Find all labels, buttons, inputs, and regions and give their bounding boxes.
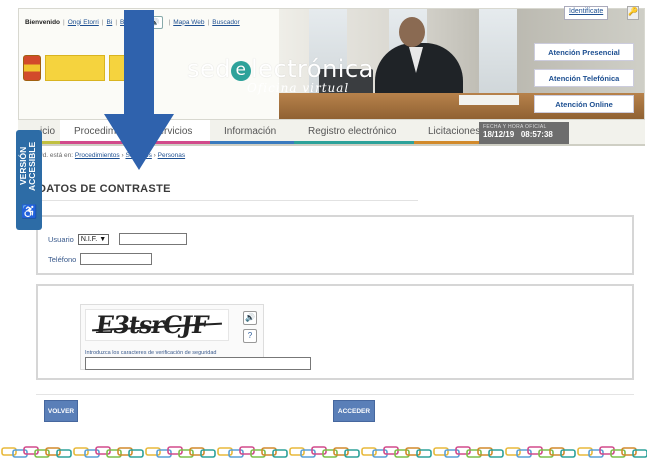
dropdown-arrow-icon: ▼ — [99, 235, 107, 243]
telefono-label: Teléfono — [48, 254, 77, 264]
atencion-telefonica-button[interactable]: Atención Telefónica — [534, 69, 634, 87]
telefono-input[interactable] — [80, 253, 153, 265]
volver-button[interactable]: VOLVER — [44, 400, 78, 422]
official-datetime: FECHA Y HORA OFICIAL 18/12/19 08:57:38 — [479, 122, 569, 144]
official-time: 08:57:38 — [520, 130, 553, 139]
official-date: 18/12/19 — [483, 130, 515, 139]
help-icon[interactable]: ? — [243, 329, 257, 343]
usuario-label: Usuario — [48, 234, 74, 244]
lang-link-euskara[interactable]: Ongi Etorri — [68, 19, 99, 26]
title-divider — [38, 200, 418, 201]
captcha-input[interactable] — [85, 357, 311, 370]
footer-divider — [36, 394, 634, 395]
identity-form: Usuario N.I.F. ▼ Teléfono — [36, 215, 634, 275]
atencion-online-button[interactable]: Atención Online — [534, 95, 634, 113]
usuario-input[interactable] — [119, 233, 188, 245]
coat-of-arms-icon — [23, 55, 41, 81]
audio-captcha-icon[interactable]: 🔊 — [243, 311, 257, 325]
tab-registro[interactable]: Registro electrónico — [294, 120, 414, 144]
captcha-panel: E3tsrCJF 🔊 ? Introduzca los caracteres d… — [80, 304, 311, 370]
doc-type-select[interactable]: N.I.F. ▼ — [77, 233, 110, 245]
key-icon[interactable]: 🔑 — [627, 6, 639, 20]
search-link[interactable]: Buscador — [212, 19, 239, 26]
tab-informacion[interactable]: Información — [210, 120, 294, 144]
decorative-chain-border — [0, 444, 647, 460]
welcome-text: Bienvenido — [25, 18, 61, 26]
page: Bienvenido | Ongi Etorri | Bi | Benvido … — [0, 0, 647, 468]
atencion-presencial-button[interactable]: Atención Presencial — [534, 43, 634, 61]
captcha-image: E3tsrCJF — [85, 309, 229, 341]
acceder-button[interactable]: ACCEDER — [333, 400, 375, 422]
captcha-hint: Introduzca los caracteres de verificació… — [85, 350, 217, 356]
captcha-section: E3tsrCJF 🔊 ? Introduzca los caracteres d… — [36, 284, 634, 380]
identify-link[interactable]: Identifícate — [564, 6, 609, 20]
sede-subtitle: Oficina virtual — [247, 81, 350, 95]
sede-electronica-logo: sed e lectrónica Oficina virtual — [187, 55, 374, 95]
page-title: DATOS DE CONTRASTE — [38, 183, 171, 195]
pointer-arrow — [104, 10, 174, 170]
wheelchair-icon: ♿ — [21, 204, 38, 219]
accessible-version-button[interactable]: VERSIÓN ACCESIBLE ♿ — [16, 130, 42, 230]
